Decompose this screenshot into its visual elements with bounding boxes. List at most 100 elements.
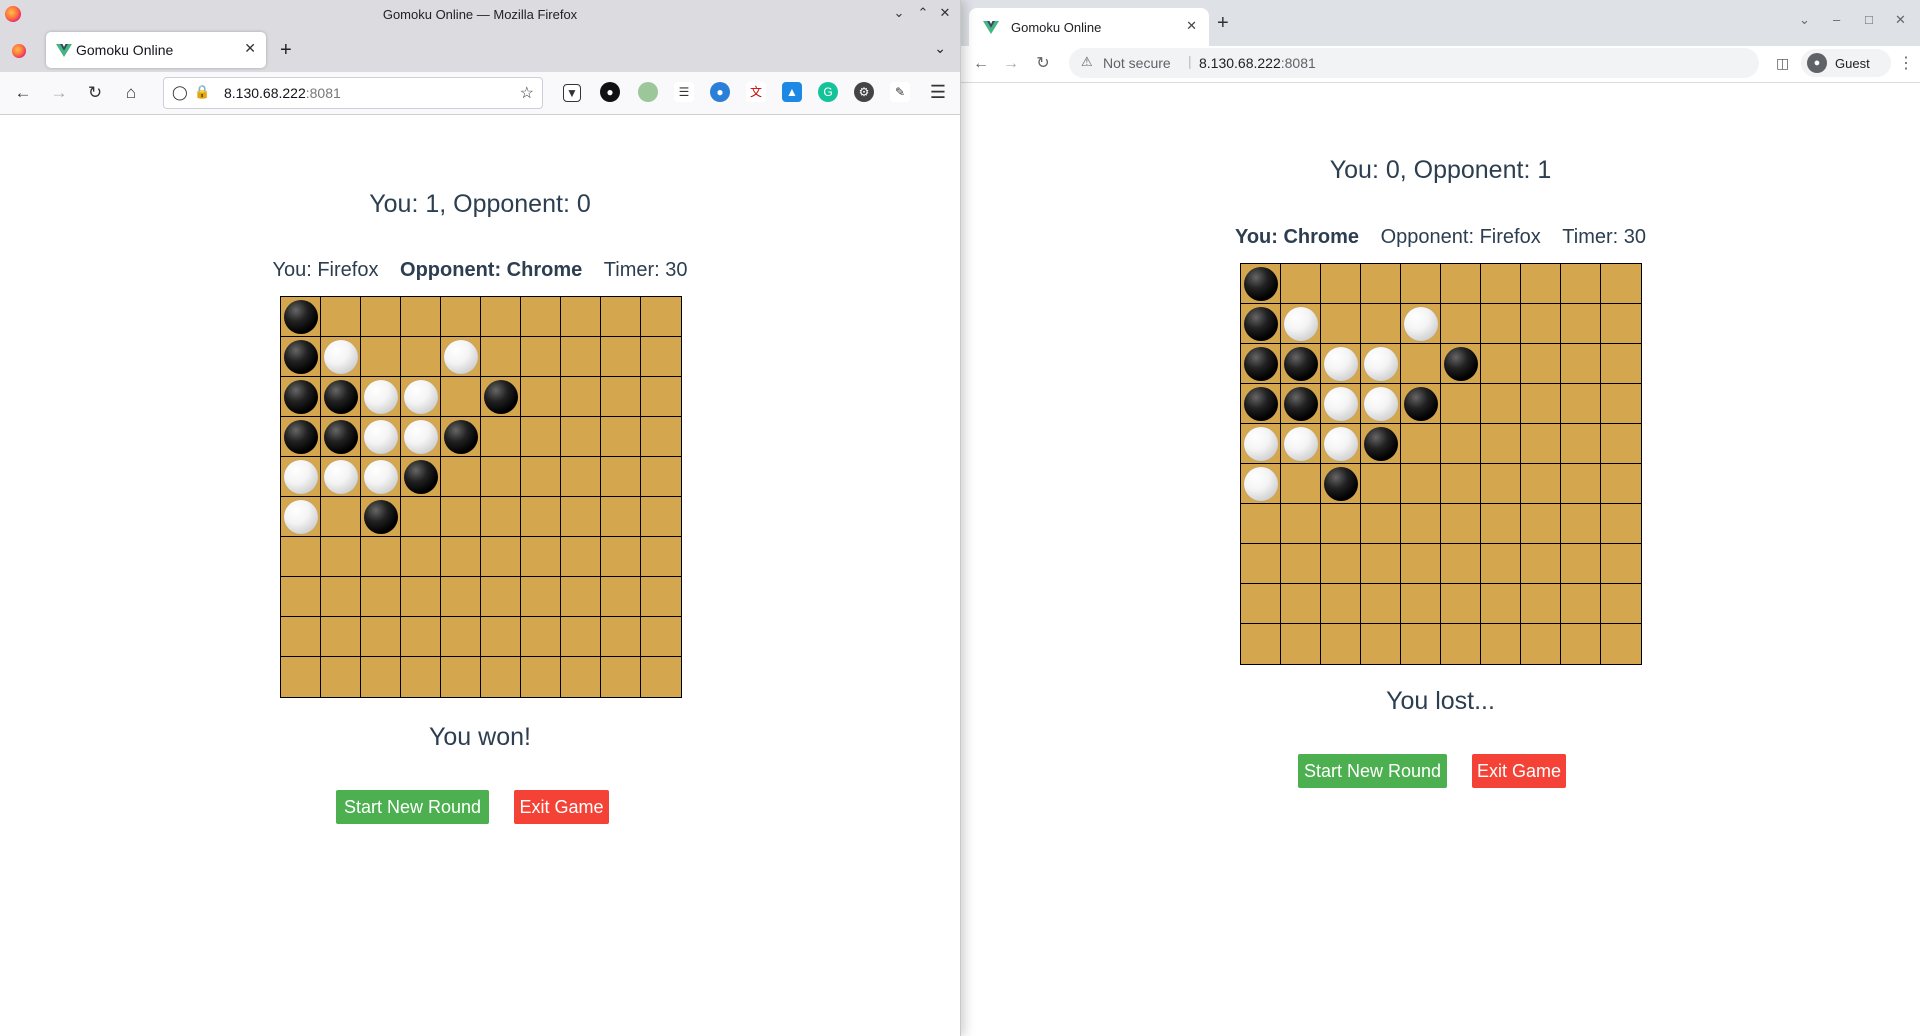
board-cell[interactable]: [401, 497, 441, 537]
board-cell[interactable]: [1361, 344, 1401, 384]
board-cell[interactable]: [1281, 544, 1321, 584]
board-cell[interactable]: [601, 417, 641, 457]
board-cell[interactable]: [561, 417, 601, 457]
board-cell[interactable]: [1281, 384, 1321, 424]
board-cell[interactable]: [641, 657, 681, 697]
gomoku-board[interactable]: [280, 296, 682, 698]
board-cell[interactable]: [1601, 304, 1641, 344]
board-cell[interactable]: [401, 617, 441, 657]
board-cell[interactable]: [481, 337, 521, 377]
board-cell[interactable]: [321, 457, 361, 497]
new-tab-icon[interactable]: +: [280, 39, 292, 62]
board-cell[interactable]: [1401, 424, 1441, 464]
board-cell[interactable]: [1441, 424, 1481, 464]
board-cell[interactable]: [281, 497, 321, 537]
board-cell[interactable]: [1561, 424, 1601, 464]
board-cell[interactable]: [1481, 344, 1521, 384]
minimize-icon[interactable]: ⌄: [890, 4, 908, 22]
board-cell[interactable]: [1481, 384, 1521, 424]
board-cell[interactable]: [1521, 464, 1561, 504]
board-cell[interactable]: [1441, 464, 1481, 504]
board-cell[interactable]: [641, 537, 681, 577]
chrome-menu-icon[interactable]: ⋮: [1898, 53, 1914, 73]
board-cell[interactable]: [281, 417, 321, 457]
board-cell[interactable]: [1601, 584, 1641, 624]
board-cell[interactable]: [561, 657, 601, 697]
new-tab-icon[interactable]: +: [1217, 12, 1229, 35]
board-cell[interactable]: [361, 577, 401, 617]
pocket-icon[interactable]: ▼: [563, 84, 581, 102]
board-cell[interactable]: [1561, 304, 1601, 344]
board-cell[interactable]: [1361, 264, 1401, 304]
insecure-lock-icon[interactable]: 🔒: [194, 84, 210, 100]
board-cell[interactable]: [601, 657, 641, 697]
board-cell[interactable]: [561, 297, 601, 337]
side-panel-icon[interactable]: ◫: [1776, 55, 1789, 72]
extension-blue-icon[interactable]: ●: [710, 82, 730, 102]
board-cell[interactable]: [1321, 424, 1361, 464]
board-cell[interactable]: [1321, 504, 1361, 544]
board-cell[interactable]: [1561, 344, 1601, 384]
board-cell[interactable]: [1321, 584, 1361, 624]
board-cell[interactable]: [1481, 584, 1521, 624]
board-cell[interactable]: [1281, 344, 1321, 384]
board-cell[interactable]: [1281, 464, 1321, 504]
not-secure-label[interactable]: Not secure: [1103, 55, 1171, 71]
board-cell[interactable]: [281, 297, 321, 337]
board-cell[interactable]: [1361, 544, 1401, 584]
board-cell[interactable]: [321, 577, 361, 617]
board-cell[interactable]: [1241, 424, 1281, 464]
board-cell[interactable]: [1241, 384, 1281, 424]
board-cell[interactable]: [601, 337, 641, 377]
board-cell[interactable]: [1361, 584, 1401, 624]
board-cell[interactable]: [601, 497, 641, 537]
tracking-shield-icon[interactable]: ◯: [172, 84, 188, 101]
board-cell[interactable]: [1281, 504, 1321, 544]
board-cell[interactable]: [1361, 424, 1401, 464]
back-icon[interactable]: ←: [971, 54, 991, 74]
board-cell[interactable]: [1481, 304, 1521, 344]
board-cell[interactable]: [321, 417, 361, 457]
board-cell[interactable]: [1481, 424, 1521, 464]
extension-stripes-icon[interactable]: ☰: [674, 82, 694, 102]
board-cell[interactable]: [441, 417, 481, 457]
exit-game-button[interactable]: Exit Game: [514, 790, 609, 824]
board-cell[interactable]: [1561, 384, 1601, 424]
address-bar[interactable]: ⚠ Not secure | 8.130.68.222:8081: [1069, 48, 1759, 78]
board-cell[interactable]: [1401, 464, 1441, 504]
board-cell[interactable]: [441, 377, 481, 417]
board-cell[interactable]: [1401, 504, 1441, 544]
board-cell[interactable]: [281, 337, 321, 377]
board-cell[interactable]: [601, 617, 641, 657]
board-cell[interactable]: [1601, 624, 1641, 664]
board-cell[interactable]: [1441, 624, 1481, 664]
gomoku-board[interactable]: [1240, 263, 1642, 665]
board-cell[interactable]: [1281, 304, 1321, 344]
board-cell[interactable]: [1401, 584, 1441, 624]
board-cell[interactable]: [1601, 464, 1641, 504]
board-cell[interactable]: [1601, 424, 1641, 464]
board-cell[interactable]: [601, 297, 641, 337]
board-cell[interactable]: [1601, 504, 1641, 544]
board-cell[interactable]: [321, 297, 361, 337]
url-bar[interactable]: ◯ 🔒 8.130.68.222:8081 ☆: [163, 77, 543, 109]
board-cell[interactable]: [1401, 384, 1441, 424]
board-cell[interactable]: [1481, 464, 1521, 504]
board-cell[interactable]: [1241, 544, 1281, 584]
board-cell[interactable]: [521, 657, 561, 697]
board-cell[interactable]: [1321, 624, 1361, 664]
board-cell[interactable]: [281, 377, 321, 417]
board-cell[interactable]: [1441, 504, 1481, 544]
warning-icon[interactable]: ⚠: [1081, 54, 1093, 70]
extension-dark-icon[interactable]: ●: [600, 82, 620, 102]
board-cell[interactable]: [641, 617, 681, 657]
board-cell[interactable]: [521, 297, 561, 337]
forward-icon[interactable]: →: [48, 82, 70, 104]
board-cell[interactable]: [1601, 264, 1641, 304]
close-window-icon[interactable]: ✕: [936, 4, 954, 22]
board-cell[interactable]: [601, 577, 641, 617]
board-cell[interactable]: [641, 577, 681, 617]
board-cell[interactable]: [1601, 544, 1641, 584]
reload-icon[interactable]: ↻: [84, 82, 106, 104]
board-cell[interactable]: [1401, 624, 1441, 664]
